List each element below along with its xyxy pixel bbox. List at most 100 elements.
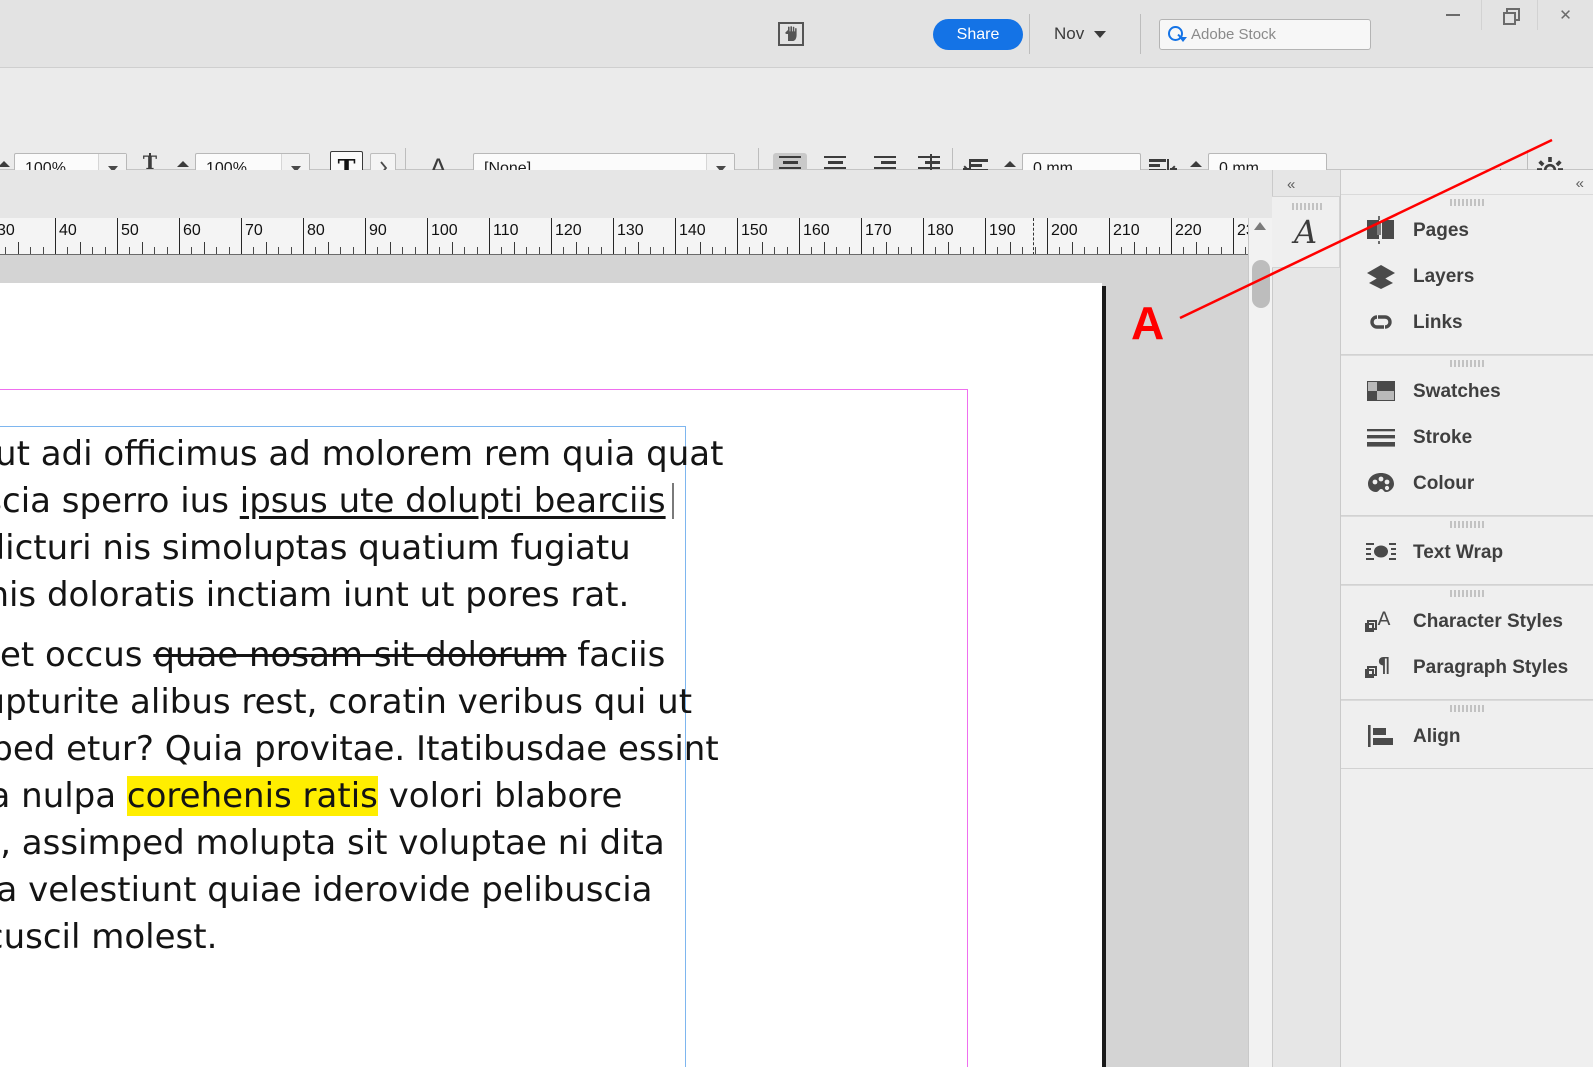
ruler-minor-tick: [1071, 242, 1073, 254]
document-paragraph[interactable]: esersped etur? Quia provitae. Itatibusda…: [0, 726, 719, 773]
horizontal-ruler[interactable]: 30 40 50 60 70 80 90 100 110 120 130 140 150 160 170 18…: [0, 218, 1272, 255]
sidebar-item-stroke[interactable]: Stroke: [1341, 415, 1593, 461]
ruler-minor-tick: [699, 242, 701, 254]
ruler-minor-tick: [104, 247, 106, 254]
sidebar-item-pages[interactable]: Pages: [1341, 208, 1593, 254]
ruler-minor-tick: [414, 247, 416, 254]
ruler-major-tick: [1109, 218, 1110, 254]
text-run: e quiscia sperro ius: [0, 481, 229, 521]
ruler-minor-tick: [340, 247, 342, 254]
sidebar-item-links[interactable]: Links: [1341, 300, 1593, 346]
ruler-minor-tick: [79, 242, 81, 254]
panel-group-grip[interactable]: [1341, 588, 1593, 599]
ruler-minor-tick: [526, 247, 528, 254]
sidebar-item-character-styles[interactable]: A Character Styles: [1341, 599, 1593, 645]
ruler-minor-tick: [464, 247, 466, 254]
ruler-minor-tick: [811, 247, 813, 254]
sidebar-item-label: Text Wrap: [1413, 542, 1504, 563]
ruler-minor-tick: [960, 247, 962, 254]
ruler-major-tick: [303, 218, 304, 254]
ruler-minor-tick: [724, 247, 726, 254]
panel-collapse-icon[interactable]: «: [1576, 175, 1584, 192]
sidebar-item-align[interactable]: Align: [1341, 714, 1593, 760]
restore-button[interactable]: [1481, 0, 1537, 30]
ruler-minor-tick: [761, 242, 763, 254]
ruler-minor-tick: [972, 247, 974, 254]
sidebar-item-text-wrap[interactable]: Text Wrap: [1341, 530, 1593, 576]
ruler-major-tick: [489, 218, 490, 254]
character-panel-icon: A: [1293, 213, 1318, 251]
sidebar-item-label: Swatches: [1413, 381, 1501, 402]
sidebar-item-label: Paragraph Styles: [1413, 657, 1569, 678]
ruler-major-tick: [551, 218, 552, 254]
document-paragraph[interactable]: leculla nulpa corehenis ratis volori bla…: [0, 773, 690, 820]
ruler-minor-tick: [451, 242, 453, 254]
ruler-minor-tick: [575, 242, 577, 254]
adobe-stock-search[interactable]: Adobe Stock: [1159, 19, 1371, 50]
ruler-minor-tick: [253, 247, 255, 254]
hand-tool-icon[interactable]: [775, 18, 807, 50]
dock-collapse-icon[interactable]: «: [1287, 176, 1295, 193]
ruler-minor-tick: [650, 247, 652, 254]
search-input-placeholder[interactable]: Adobe Stock: [1191, 26, 1276, 43]
sidebar-item-label: Pages: [1413, 220, 1469, 241]
colour-icon: [1365, 469, 1399, 499]
panel-group-grip[interactable]: [1341, 358, 1593, 369]
search-icon: [1168, 26, 1187, 43]
sidebar-item-label: Layers: [1413, 266, 1475, 287]
sidebar-item-colour[interactable]: Colour: [1341, 461, 1593, 507]
document-body-text[interactable]: n res ut adi officimus ad molorem rem qu…: [0, 431, 723, 961]
text-run: leculla nulpa: [0, 776, 117, 816]
document-canvas[interactable]: n res ut adi officimus ad molorem rem qu…: [0, 255, 1248, 1067]
document-paragraph[interactable]: nat enis doloratis inctiam iunt ut pores…: [0, 572, 690, 619]
share-button[interactable]: Share: [933, 19, 1023, 50]
ruler-minor-tick: [935, 247, 937, 254]
ruler-label: 80: [307, 222, 325, 239]
document-paragraph[interactable]: e quiscia sperro ius ipsus ute dolupti b…: [0, 478, 690, 525]
panel-group: Text Wrap: [1341, 516, 1593, 585]
ruler-minor-tick: [1208, 247, 1210, 254]
window-controls: ✕: [1425, 0, 1593, 30]
ruler-label: 90: [369, 222, 387, 239]
document-paragraph[interactable]: ci conet occus quae nosam sit dolorum fa…: [0, 632, 690, 679]
document-paragraph[interactable]: or si dicturi nis simoluptas quatium fug…: [0, 525, 690, 572]
canvas-vertical-scrollbar[interactable]: [1248, 218, 1272, 1067]
ruler-label: 30: [0, 222, 15, 239]
ruler-minor-tick: [885, 242, 887, 254]
ruler-minor-tick: [17, 242, 19, 254]
document-paragraph[interactable]: n res ut adi officimus ad molorem rem qu…: [0, 431, 723, 478]
svg-text:A: A: [1378, 608, 1391, 630]
scrollbar-thumb[interactable]: [1252, 260, 1270, 308]
scroll-up-arrow-icon[interactable]: [1254, 222, 1266, 230]
ruler-label: 190: [989, 222, 1016, 239]
close-button[interactable]: ✕: [1537, 0, 1593, 30]
document-paragraph[interactable]: quaecuscil molest.: [0, 914, 690, 961]
ruler-minor-tick: [327, 242, 329, 254]
panel-group-grip[interactable]: [1341, 197, 1593, 208]
ruler-minor-tick: [352, 247, 354, 254]
sidebar-item-swatches[interactable]: Swatches: [1341, 369, 1593, 415]
ruler-major-tick: [1233, 218, 1234, 254]
sidebar-item-layers[interactable]: Layers: [1341, 254, 1593, 300]
ruler-minor-tick: [513, 242, 515, 254]
document-paragraph[interactable]: s sam, assimped molupta sit voluptae ni …: [0, 820, 690, 867]
layers-icon: [1365, 262, 1399, 292]
workspace-switcher[interactable]: Nov: [1054, 18, 1107, 50]
ruler-major-tick: [241, 218, 242, 254]
document-paragraph[interactable]: e dolupturite alibus rest, coratin verib…: [0, 679, 692, 726]
ruler-minor-tick: [228, 247, 230, 254]
panel-group-grip[interactable]: [1341, 519, 1593, 530]
document-paragraph[interactable]: m quia velestiunt quiae iderovide pelibu…: [0, 867, 690, 914]
sidebar-item-label: Character Styles: [1413, 611, 1563, 632]
ruler-minor-tick: [774, 247, 776, 254]
ruler-minor-tick: [476, 247, 478, 254]
minimize-button[interactable]: [1425, 0, 1481, 30]
sidebar-item-paragraph-styles[interactable]: ¶ Paragraph Styles: [1341, 645, 1593, 691]
ruler-minor-tick: [265, 242, 267, 254]
ruler-minor-tick: [166, 247, 168, 254]
panel-group-grip[interactable]: [1341, 703, 1593, 714]
character-styles-icon: A: [1365, 607, 1399, 637]
character-panel-tab[interactable]: A: [1272, 196, 1340, 268]
ruler-major-tick: [799, 218, 800, 254]
